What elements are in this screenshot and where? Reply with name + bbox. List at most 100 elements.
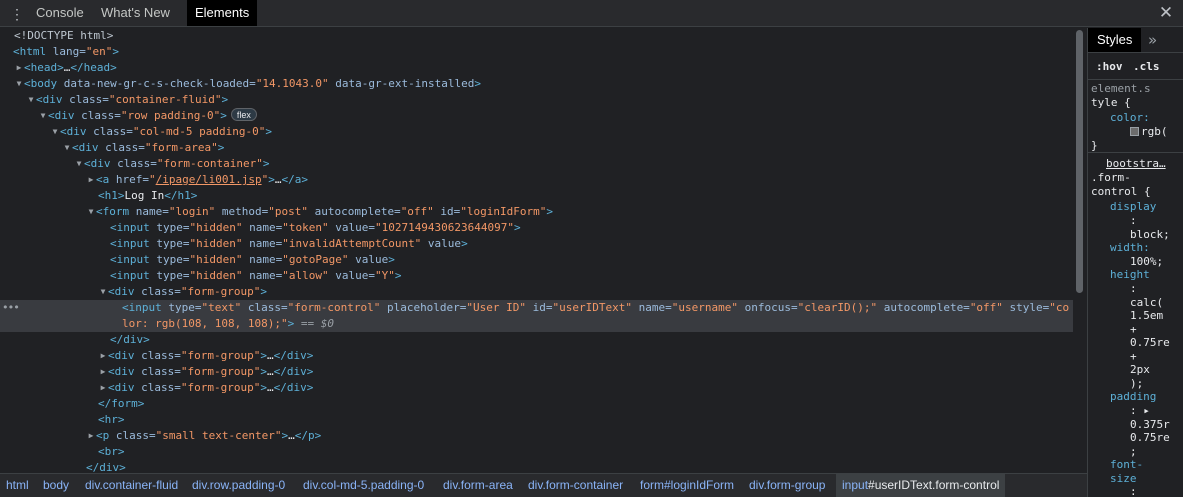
property-name[interactable]: font-	[1110, 458, 1143, 472]
property-value[interactable]: : ▸	[1130, 404, 1150, 418]
dom-node-col[interactable]: ▼ <div class="col-md-5 padding-0">	[0, 124, 1073, 140]
breadcrumb-item-input[interactable]: input#userIDText.form-control	[836, 474, 1006, 497]
vertical-dots-icon[interactable]: ⋮	[10, 6, 24, 22]
property-name[interactable]: color:	[1110, 111, 1150, 125]
property-value[interactable]: );	[1130, 377, 1143, 391]
collapse-triangle-icon[interactable]: ▼	[74, 156, 84, 172]
dom-node-input-invalid-attempt[interactable]: <input type="hidden" name="invalidAttemp…	[0, 236, 1073, 252]
color-swatch[interactable]	[1130, 127, 1139, 136]
dom-node-row[interactable]: ▼ <div class="row padding-0"> flex	[0, 108, 1073, 124]
expand-triangle-icon[interactable]: ▶	[14, 60, 24, 76]
dom-node-hr[interactable]: <hr>	[0, 412, 1073, 428]
breadcrumb-item-html[interactable]: html	[0, 474, 35, 497]
collapse-triangle-icon[interactable]: ▼	[62, 140, 72, 156]
expand-triangle-icon[interactable]: ▶	[86, 172, 96, 188]
property-value[interactable]: :	[1130, 214, 1137, 228]
breadcrumb-tag: div	[192, 478, 207, 492]
dom-node-input-allow[interactable]: <input type="hidden" name="allow" value=…	[0, 268, 1073, 284]
collapse-triangle-icon[interactable]: ▼	[50, 124, 60, 140]
property-name[interactable]: size	[1110, 472, 1137, 486]
collapse-triangle-icon[interactable]: ▼	[98, 284, 108, 300]
property-value[interactable]: +	[1130, 323, 1137, 337]
elements-scrollbar[interactable]	[1073, 28, 1086, 473]
dom-node-form[interactable]: ▼ <form name="login" method="post" autoco…	[0, 204, 1073, 220]
double-chevron-right-icon[interactable]: »	[1148, 28, 1157, 52]
tab-console[interactable]: Console	[28, 0, 92, 26]
property-value[interactable]: :	[1130, 282, 1137, 296]
property-value[interactable]: ;	[1130, 445, 1137, 459]
collapse-triangle-icon[interactable]: ▼	[14, 76, 24, 92]
property-value[interactable]: calc(	[1130, 296, 1163, 310]
stylesheet-link[interactable]: bootstra…	[1106, 157, 1166, 171]
dom-node-form-close[interactable]: </form>	[0, 396, 1073, 412]
breadcrumb-item-div[interactable]: div.container-fluid	[79, 474, 184, 497]
property-value[interactable]: 1.5em	[1130, 309, 1163, 323]
dom-node-container-fluid[interactable]: ▼ <div class="container-fluid">	[0, 92, 1073, 108]
cls-toggle[interactable]: .cls	[1133, 60, 1160, 73]
hov-toggle[interactable]: :hov	[1096, 60, 1123, 73]
styles-tabs: Styles »	[1088, 28, 1183, 53]
dom-node-form-group-collapsed[interactable]: ▶ <div class="form-group">…</div>	[0, 364, 1073, 380]
breadcrumb-selector: #loginIdForm	[664, 478, 735, 492]
dom-node-p[interactable]: ▶ <p class="small text-center">…</p>	[0, 428, 1073, 444]
breadcrumb-item-div[interactable]: div.form-area	[437, 474, 519, 497]
dom-node-form-container[interactable]: ▼ <div class="form-container">	[0, 156, 1073, 172]
property-value[interactable]: 0.75re	[1130, 336, 1170, 350]
breadcrumb-item-form[interactable]: form#loginIdForm	[634, 474, 740, 497]
property-value[interactable]: :	[1130, 485, 1137, 497]
dom-node-form-group[interactable]: ▼ <div class="form-group">	[0, 284, 1073, 300]
property-name[interactable]: width:	[1110, 241, 1150, 255]
dom-node-selected-input[interactable]: ••• <input type="text" class="form-contro…	[0, 300, 1073, 316]
styles-filter-bar: :hov .cls	[1088, 54, 1183, 80]
property-name[interactable]: padding	[1110, 390, 1156, 404]
property-value[interactable]: +	[1130, 350, 1137, 364]
breadcrumb-item-div[interactable]: div.col-md-5.padding-0	[297, 474, 430, 497]
expand-triangle-icon[interactable]: ▶	[98, 348, 108, 364]
dom-node-body[interactable]: ▼ <body data-new-gr-c-s-check-loaded="14.…	[0, 76, 1073, 92]
dom-node-html[interactable]: <html lang="en">	[0, 44, 1073, 60]
dom-node-div-close[interactable]: </div>	[0, 332, 1073, 348]
collapse-triangle-icon[interactable]: ▼	[38, 108, 48, 124]
rule-selector: tyle {	[1091, 96, 1131, 109]
dom-node-br[interactable]: <br>	[0, 444, 1073, 460]
breadcrumb-item-body[interactable]: body	[37, 474, 75, 497]
dom-node-anchor[interactable]: ▶ <a href="/ipage/li001.jsp">…</a>	[0, 172, 1073, 188]
tab-elements[interactable]: Elements	[187, 0, 258, 26]
breadcrumb-item-div[interactable]: div.row.padding-0	[186, 474, 291, 497]
dom-node-selected-input-cont[interactable]: lor: rgb(108, 108, 108);"> == $0	[0, 316, 1073, 332]
property-value[interactable]: 100%;	[1130, 255, 1163, 269]
property-value[interactable]: rgb(	[1130, 125, 1168, 139]
dom-node-form-area[interactable]: ▼ <div class="form-area">	[0, 140, 1073, 156]
property-value[interactable]: block;	[1130, 228, 1170, 242]
expand-triangle-icon[interactable]: ▶	[98, 364, 108, 380]
expand-triangle-icon[interactable]: ▶	[86, 428, 96, 444]
scrollbar-thumb[interactable]	[1076, 30, 1083, 293]
href-link[interactable]: /ipage/li001.jsp	[156, 173, 262, 186]
dom-node-div-close[interactable]: </div>	[0, 460, 1073, 473]
dom-node-input-token[interactable]: <input type="hidden" name="token" value=…	[0, 220, 1073, 236]
breadcrumb-item-div[interactable]: div.form-group	[743, 474, 831, 497]
property-name[interactable]: display	[1110, 200, 1156, 214]
property-value[interactable]: 0.75re	[1130, 431, 1170, 445]
tab-whats-new[interactable]: What's New	[93, 0, 178, 26]
close-icon[interactable]: ✕	[1157, 3, 1175, 23]
collapse-triangle-icon[interactable]: ▼	[26, 92, 36, 108]
breadcrumb-tag: div	[528, 478, 543, 492]
property-value[interactable]: 0.375r	[1130, 418, 1170, 432]
breadcrumb-item-div[interactable]: div.form-container	[522, 474, 629, 497]
dom-node-form-group-collapsed[interactable]: ▶ <div class="form-group">…</div>	[0, 348, 1073, 364]
dom-node-form-group-collapsed[interactable]: ▶ <div class="form-group">…</div>	[0, 380, 1073, 396]
dom-node-h1[interactable]: <h1>Log In</h1>	[0, 188, 1073, 204]
more-actions-icon[interactable]: •••	[2, 300, 20, 316]
property-value[interactable]: 2px	[1130, 363, 1150, 377]
tab-styles[interactable]: Styles	[1088, 28, 1142, 52]
collapse-triangle-icon[interactable]: ▼	[86, 204, 96, 220]
dom-node-input-goto-page[interactable]: <input type="hidden" name="gotoPage" val…	[0, 252, 1073, 268]
expand-triangle-icon[interactable]: ▶	[98, 380, 108, 396]
dom-node-doctype[interactable]: <!DOCTYPE html>	[0, 28, 1073, 44]
property-name[interactable]: height	[1110, 268, 1150, 282]
breadcrumb-selector: .form-group	[763, 478, 826, 492]
flex-badge[interactable]: flex	[230, 108, 257, 121]
styles-pane: Styles » :hov .cls element.s tyle { colo…	[1087, 28, 1183, 497]
dom-node-head[interactable]: ▶ <head>…</head>	[0, 60, 1073, 76]
